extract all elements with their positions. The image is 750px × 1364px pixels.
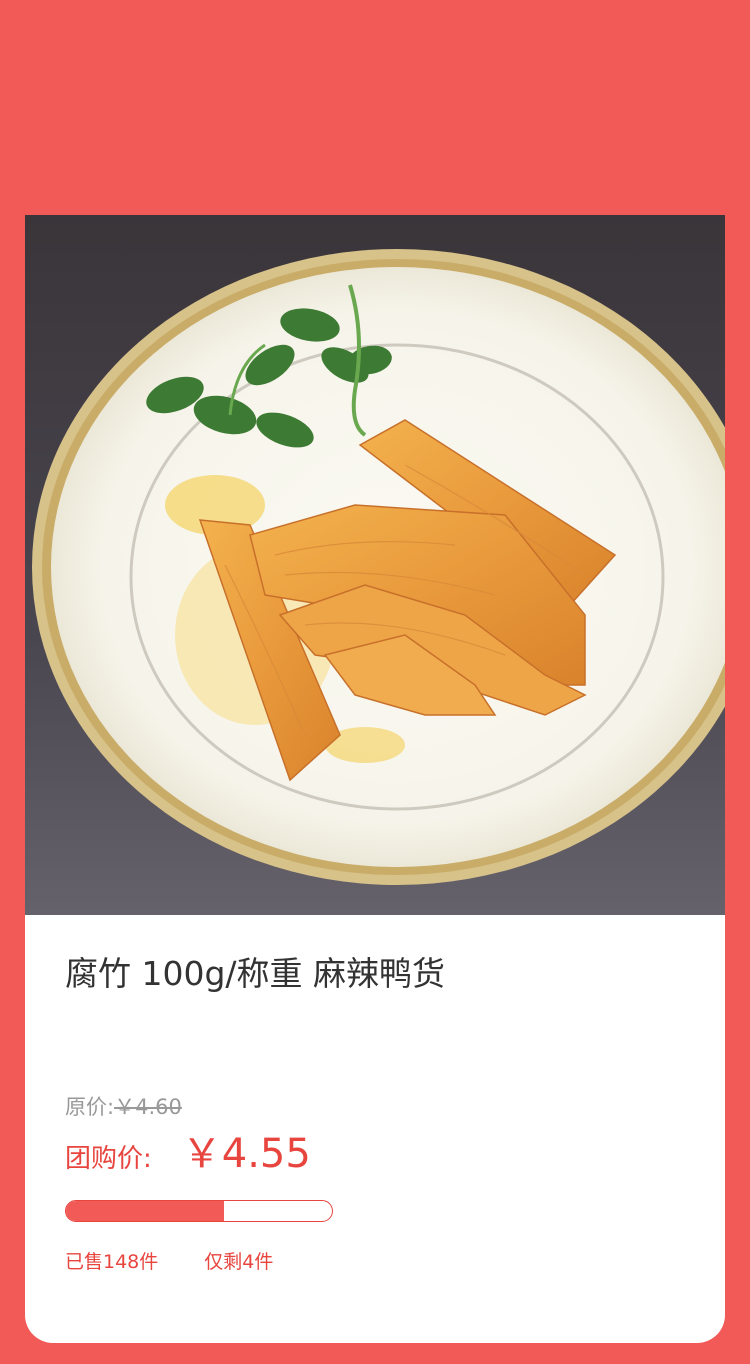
original-price-label: 原价: <box>65 1095 115 1119</box>
original-price: 原价:￥4.60 <box>65 1093 182 1121</box>
sold-count: 已售148件 <box>65 1251 159 1273</box>
group-price-value: ￥4.55 <box>181 1131 311 1177</box>
original-price-value: ￥4.60 <box>114 1095 182 1119</box>
product-card[interactable]: 腐竹 100g/称重 麻辣鸭货 原价:￥4.60 团购价: ￥4.55 已售14… <box>25 215 725 1343</box>
group-price-label: 团购价: <box>65 1144 152 1174</box>
sales-progress-bar <box>65 1200 333 1222</box>
page: 腐竹 100g/称重 麻辣鸭货 原价:￥4.60 团购价: ￥4.55 已售14… <box>0 0 750 1364</box>
group-price: 团购价: ￥4.55 <box>65 1130 311 1178</box>
remaining-count: 仅剩4件 <box>204 1251 274 1273</box>
sales-stats: 已售148件 仅剩4件 <box>65 1249 273 1275</box>
product-image[interactable] <box>25 215 725 915</box>
product-title: 腐竹 100g/称重 麻辣鸭货 <box>65 954 446 993</box>
sales-progress-fill <box>66 1201 224 1221</box>
